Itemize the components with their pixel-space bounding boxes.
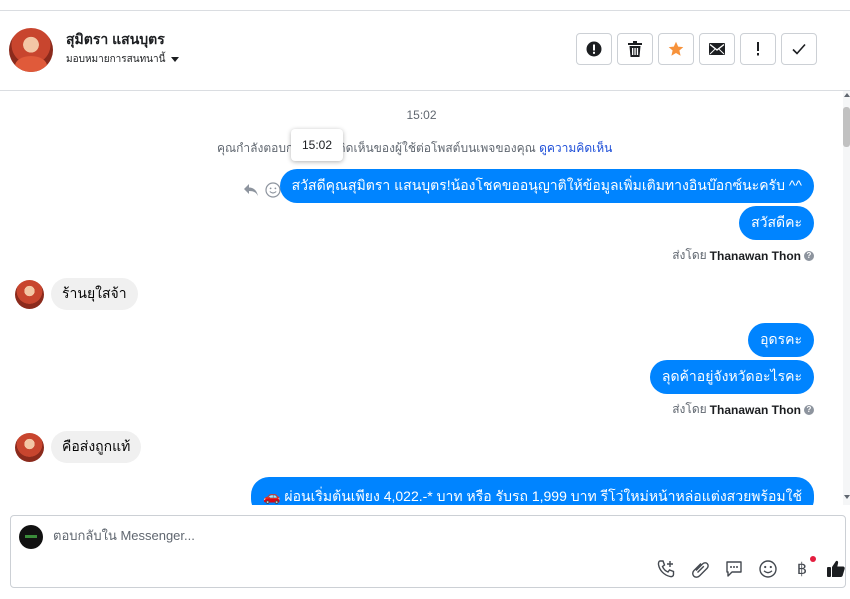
star-icon (668, 41, 684, 56)
reply-composer: ฿ (10, 515, 846, 588)
emoji-button[interactable] (757, 558, 779, 580)
composer-tools: ฿ (655, 556, 847, 580)
notification-dot (810, 556, 816, 562)
mark-unread-button[interactable] (699, 33, 735, 65)
mark-done-button[interactable] (781, 33, 817, 65)
scroll-down-arrow-icon[interactable] (844, 495, 850, 499)
caret-down-icon (171, 57, 180, 62)
phone-plus-icon (657, 560, 675, 578)
reply-arrow-icon[interactable] (243, 183, 259, 197)
timestamp-separator: 15:02 (406, 108, 437, 122)
baht-currency-icon: ฿ (796, 561, 808, 578)
call-button[interactable] (655, 558, 677, 580)
follow-up-button[interactable] (740, 33, 776, 65)
contact-avatar-small[interactable] (15, 433, 44, 462)
outgoing-message[interactable]: สวัสดีคะ (739, 206, 814, 240)
incoming-message[interactable]: ร้านยุใสจ้า (51, 278, 138, 310)
contact-name[interactable]: สุมิตรา แสนบุตร (66, 29, 165, 51)
saved-replies-button[interactable] (723, 558, 745, 580)
timestamp-tooltip: 15:02 (291, 129, 343, 161)
thumbs-up-icon (827, 560, 845, 577)
react-emoji-icon[interactable] (265, 182, 281, 198)
reply-context-note: คุณกำลังตอบกลับความคิดเห็นของผู้ใช้ต่อโพ… (217, 139, 612, 158)
assign-conversation-dropdown[interactable]: มอบหมายการสนทนานี้ (66, 52, 180, 67)
sent-by-prefix: ส่งโดย (672, 248, 707, 262)
help-icon[interactable]: ? (804, 404, 814, 415)
outgoing-message[interactable]: สวัสดีคุณสุมิตรา แสนบุตร!น้องโชคขออนุญาต… (279, 169, 814, 203)
outgoing-message[interactable]: ลุดค้าอยู่จังหวัดอะไรคะ (649, 360, 814, 394)
paperclip-icon (692, 562, 709, 578)
like-button[interactable] (825, 558, 847, 580)
sent-by-agent[interactable]: Thanawan Thon (710, 403, 801, 417)
message-actions (243, 182, 281, 198)
star-button[interactable] (658, 33, 694, 65)
payment-button[interactable]: ฿ (791, 556, 816, 580)
conversation-header: สุมิตรา แสนบุตร มอบหมายการสนทนานี้ (0, 11, 850, 91)
chat-scrollbar[interactable] (843, 91, 850, 505)
outgoing-message[interactable]: อุดรคะ (748, 323, 814, 357)
chat-bubble-icon (726, 561, 742, 577)
message-thread[interactable]: 15:02 คุณกำลังตอบกลับความคิดเห็นของผู้ใช… (0, 91, 843, 505)
contact-avatar[interactable] (9, 28, 53, 72)
trash-icon (628, 41, 642, 57)
conversation-toolbar (576, 33, 817, 65)
sent-by-label: ส่งโดย Thanawan Thon ? (672, 400, 814, 419)
page-avatar (19, 525, 43, 549)
assign-label: มอบหมายการสนทนานี้ (66, 54, 166, 65)
incoming-message[interactable]: คือส่งถูกแท้ (51, 431, 142, 463)
scroll-thumb[interactable] (843, 107, 850, 147)
message-input[interactable] (53, 528, 813, 543)
exclamation-icon (757, 42, 759, 56)
view-comment-link[interactable]: ดูความคิดเห็น (539, 141, 612, 155)
scroll-up-arrow-icon[interactable] (844, 93, 850, 97)
sent-by-label: ส่งโดย Thanawan Thon ? (672, 246, 814, 265)
attach-button[interactable] (689, 558, 711, 580)
help-icon[interactable]: ? (804, 250, 814, 261)
sent-by-prefix: ส่งโดย (672, 402, 707, 416)
sent-by-agent[interactable]: Thanawan Thon (710, 249, 801, 263)
checkmark-icon (792, 43, 806, 55)
delete-button[interactable] (617, 33, 653, 65)
contact-avatar-small[interactable] (15, 280, 44, 309)
envelope-icon (709, 43, 725, 55)
emoji-icon (759, 560, 777, 578)
mark-spam-button[interactable] (576, 33, 612, 65)
outgoing-message[interactable]: 🚗 ผ่อนเริ่มต้นเพียง 4,022.-* บาท หรือ รั… (251, 477, 814, 505)
reply-context-text: คุณกำลังตอบกลับความคิดเห็นของผู้ใช้ต่อโพ… (217, 141, 540, 155)
alert-circle-icon (586, 41, 602, 57)
